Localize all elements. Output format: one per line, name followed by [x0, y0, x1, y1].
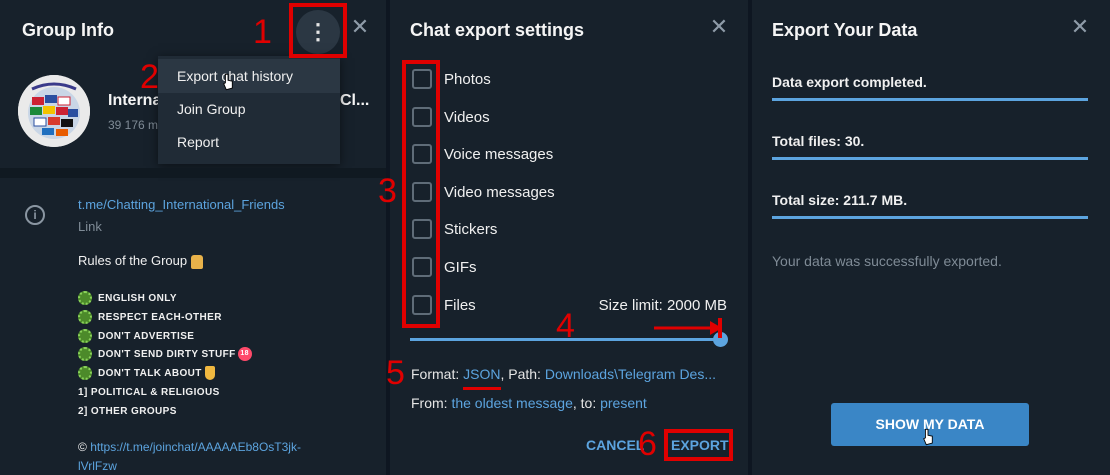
- chat-export-settings-panel: Chat export settings ✕ Photos Videos Voi…: [390, 0, 748, 475]
- export-your-data-panel: Export Your Data ✕ Data export completed…: [752, 0, 1110, 475]
- cancel-button[interactable]: CANCEL: [586, 437, 644, 453]
- format-value[interactable]: JSON: [463, 366, 500, 382]
- virus-icon: [78, 291, 92, 306]
- group-info-panel: Group Info ⋮ ✕ Interna Cl... 39 176 m Ex…: [0, 0, 386, 475]
- annotation-number-4: 4: [556, 307, 575, 345]
- rule-item: ENGLISH ONLY: [78, 291, 177, 307]
- option-label: Stickers: [444, 221, 498, 238]
- rule-text: DON'T SEND DIRTY STUFF: [98, 349, 236, 360]
- option-label: Files: [444, 297, 476, 314]
- format-path-line: Format: JSON, Path: Downloads\Telegram D…: [411, 366, 716, 382]
- total-files: Total files: 30.: [772, 133, 865, 149]
- rule-text: ENGLISH ONLY: [98, 293, 177, 304]
- total-size: Total size: 211.7 MB.: [772, 192, 908, 208]
- group-avatar: [18, 75, 90, 147]
- pointing-down-icon: [204, 366, 215, 381]
- export-data-title: Export Your Data: [772, 20, 918, 40]
- invite-link-line: © https://t.me/joinchat/AAAAAEb8OsT3jk-: [78, 440, 301, 454]
- rule-item: DON'T TALK ABOUT: [78, 366, 215, 382]
- virus-icon: [78, 366, 92, 381]
- export-success-note: Your data was successfully exported.: [772, 253, 1002, 269]
- virus-icon: [78, 347, 92, 362]
- option-label: Voice messages: [444, 146, 554, 163]
- date-range-line: From: the oldest message, to: present: [411, 395, 647, 411]
- rule-text: RESPECT EACH-OTHER: [98, 312, 222, 323]
- copyright-symbol: ©: [78, 440, 87, 454]
- size-progress-bar: [772, 216, 1088, 219]
- rule-item: RESPECT EACH-OTHER: [78, 310, 222, 326]
- info-icon: i: [25, 205, 45, 225]
- annotation-box-export: [664, 429, 733, 461]
- rule-numbered-item: 1] POLITICAL & RELIGIOUS: [78, 387, 220, 398]
- annotation-underline-json: [463, 387, 501, 390]
- option-label: GIFs: [444, 259, 477, 276]
- path-prefix: , Path:: [500, 366, 541, 382]
- menu-item-join-group[interactable]: Join Group: [158, 92, 340, 126]
- rules-title: Rules of the Group: [78, 253, 203, 269]
- group-link-label: Link: [78, 219, 102, 234]
- section-divider: [0, 168, 386, 178]
- export-status: Data export completed.: [772, 74, 927, 90]
- rule-text: DON'T TALK ABOUT: [98, 368, 202, 379]
- annotation-box-checkboxes: [402, 60, 440, 328]
- group-info-title: Group Info: [22, 20, 114, 40]
- virus-icon: [78, 329, 92, 344]
- hand-cursor-icon: [223, 73, 233, 91]
- annotation-number-2: 2: [140, 58, 159, 96]
- size-limit-label: Size limit: 2000 MB: [598, 297, 727, 314]
- from-prefix: From:: [411, 395, 448, 411]
- option-label: Photos: [444, 71, 491, 88]
- close-icon[interactable]: ✕: [1067, 14, 1093, 40]
- police-icon: [190, 254, 203, 269]
- menu-item-report[interactable]: Report: [158, 125, 340, 159]
- rule-item: DON'T SEND DIRTY STUFF 18: [78, 347, 252, 363]
- annotation-box-menu: [289, 3, 347, 58]
- no-under-18-icon: 18: [237, 347, 252, 362]
- group-link[interactable]: t.me/Chatting_International_Friends: [78, 197, 285, 212]
- option-label: Videos: [444, 109, 490, 126]
- group-name-end: Cl...: [340, 92, 370, 109]
- files-progress-bar: [772, 157, 1088, 160]
- close-icon[interactable]: ✕: [706, 14, 732, 40]
- annotation-number-5: 5: [386, 354, 405, 392]
- annotation-arrow: [654, 318, 722, 338]
- annotation-number-1: 1: [253, 13, 272, 51]
- invite-link[interactable]: https://t.me/joinchat/AAAAAEb8OsT3jk-: [90, 440, 301, 454]
- virus-icon: [78, 310, 92, 325]
- rule-text: DON'T ADVERTISE: [98, 331, 195, 342]
- rule-item: DON'T ADVERTISE: [78, 329, 194, 345]
- rules-title-text: Rules of the Group: [78, 253, 188, 268]
- export-settings-title: Chat export settings: [410, 20, 585, 40]
- context-menu: Export chat history Join Group Report: [158, 56, 340, 164]
- annotation-number-3: 3: [378, 172, 397, 210]
- to-value[interactable]: present: [600, 395, 647, 411]
- option-label: Video messages: [444, 184, 555, 201]
- annotation-number-6: 6: [638, 425, 657, 463]
- path-value[interactable]: Downloads\Telegram Des...: [545, 366, 716, 382]
- menu-item-export-chat-history[interactable]: Export chat history: [158, 59, 340, 93]
- group-member-count: 39 176 m: [108, 118, 159, 132]
- group-avatar-image: [18, 75, 90, 147]
- to-prefix: , to:: [572, 395, 597, 411]
- invite-link-continued[interactable]: lVrlFzw: [78, 459, 117, 473]
- from-value[interactable]: the oldest message: [451, 395, 572, 411]
- rule-numbered-item: 2] OTHER GROUPS: [78, 406, 177, 417]
- status-progress-bar: [772, 98, 1088, 101]
- hand-cursor-icon: [923, 428, 933, 446]
- close-icon[interactable]: ✕: [347, 14, 373, 40]
- format-prefix: Format:: [411, 366, 460, 382]
